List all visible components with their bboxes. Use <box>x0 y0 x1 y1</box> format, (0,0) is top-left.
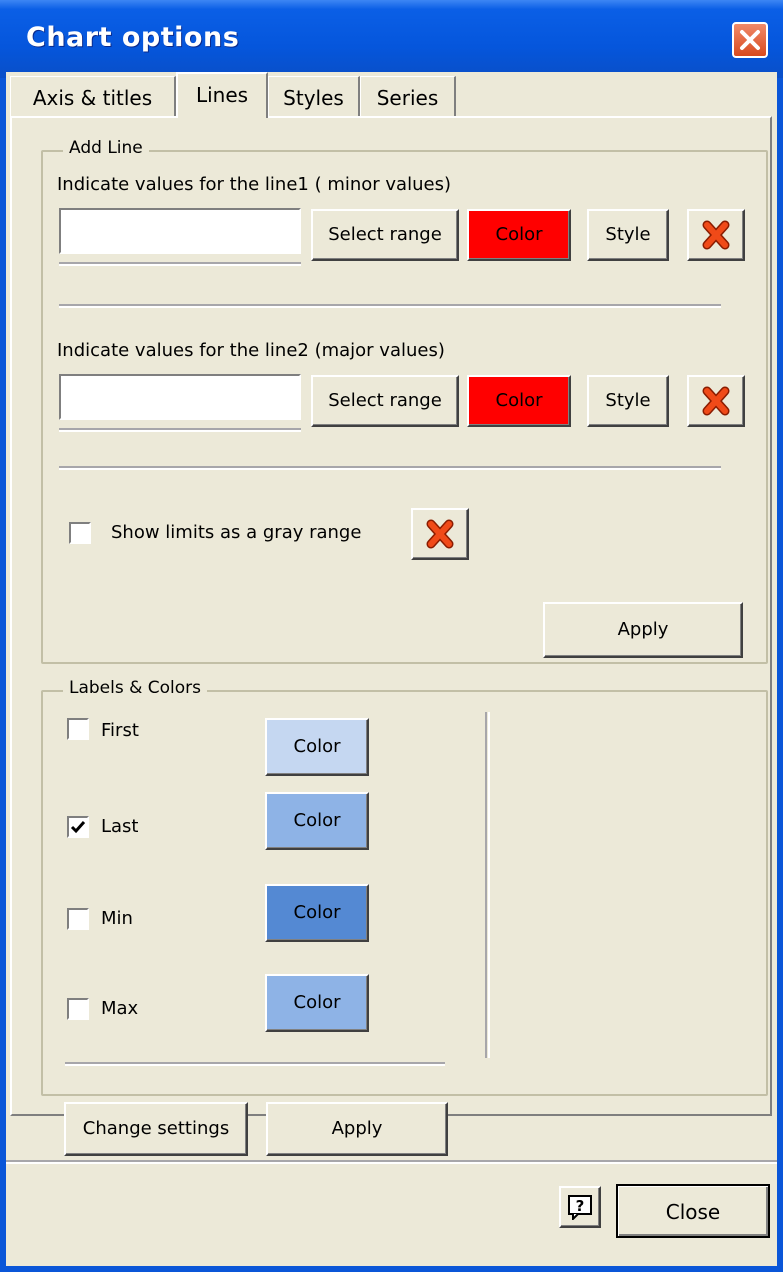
button-label: Color <box>293 736 341 757</box>
tab-axis-titles[interactable]: Axis & titles <box>10 76 176 116</box>
checkmark-icon <box>70 821 86 834</box>
line1-delete-button[interactable] <box>687 209 745 261</box>
group-legend: Add Line <box>63 138 149 158</box>
labels-colors-apply-button[interactable]: Apply <box>266 1102 448 1156</box>
red-x-icon <box>426 519 454 549</box>
group-legend: Labels & Colors <box>63 678 208 698</box>
button-label: Select range <box>328 390 442 411</box>
max-checkbox[interactable] <box>67 998 89 1020</box>
line-separator <box>59 466 721 470</box>
button-label: Color <box>293 992 341 1013</box>
line1-range-input[interactable] <box>59 208 301 254</box>
close-button[interactable]: Close <box>616 1184 770 1238</box>
line2-label: Indicate values for the line2 (major val… <box>57 340 445 361</box>
window-close-button[interactable] <box>732 22 768 58</box>
line2-range-input[interactable] <box>59 374 301 420</box>
chart-options-window: Chart options Axis & titles Lines Styles… <box>0 0 783 1272</box>
add-line-group: Add Line Indicate values for the line1 (… <box>41 138 768 664</box>
footer-separator <box>6 1160 777 1164</box>
button-label: Apply <box>617 619 669 640</box>
last-checkbox[interactable] <box>67 816 89 838</box>
button-label: Color <box>293 902 341 923</box>
help-icon: ? <box>568 1195 592 1222</box>
line-separator <box>59 304 721 308</box>
dialog-client-area: Axis & titles Lines Styles Series Add Li… <box>6 72 777 1266</box>
button-label: Style <box>605 390 651 411</box>
labels-colors-group: Labels & Colors First Color Last Color M… <box>41 678 768 1096</box>
tab-series[interactable]: Series <box>360 76 456 116</box>
button-label: Color <box>495 224 543 245</box>
first-label: First <box>101 720 139 741</box>
lines-tab-panel: Add Line Indicate values for the line1 (… <box>10 116 772 1156</box>
last-label: Last <box>101 816 139 837</box>
button-label: Change settings <box>82 1118 230 1139</box>
line2-delete-button[interactable] <box>687 375 745 427</box>
line2-select-range-button[interactable]: Select range <box>311 375 459 427</box>
add-line-apply-button[interactable]: Apply <box>543 602 743 658</box>
last-color-button[interactable]: Color <box>265 792 369 850</box>
max-color-button[interactable]: Color <box>265 974 369 1032</box>
svg-text:?: ? <box>576 1197 585 1215</box>
min-label: Min <box>101 908 133 929</box>
red-x-icon <box>702 220 730 250</box>
tab-label: Series <box>376 86 439 110</box>
button-label: Color <box>293 810 341 831</box>
min-checkbox[interactable] <box>67 908 89 930</box>
gray-range-checkbox[interactable] <box>69 522 91 544</box>
title-bar[interactable]: Chart options <box>0 0 783 78</box>
change-settings-button[interactable]: Change settings <box>64 1102 248 1156</box>
button-label: Style <box>605 224 651 245</box>
first-color-button[interactable]: Color <box>265 718 369 776</box>
line1-style-button[interactable]: Style <box>587 209 669 261</box>
tab-styles[interactable]: Styles <box>268 76 360 116</box>
red-x-icon <box>702 386 730 416</box>
max-label: Max <box>101 998 139 1019</box>
line1-color-button[interactable]: Color <box>467 209 571 261</box>
gray-range-delete-button[interactable] <box>411 508 469 560</box>
line2-color-button[interactable]: Color <box>467 375 571 427</box>
line1-select-range-button[interactable]: Select range <box>311 209 459 261</box>
first-checkbox[interactable] <box>67 718 89 740</box>
help-button[interactable]: ? <box>559 1186 601 1228</box>
tab-label: Lines <box>195 83 249 107</box>
vertical-separator <box>485 712 490 1058</box>
gray-range-label: Show limits as a gray range <box>111 522 362 543</box>
line1-input-underline <box>59 262 301 266</box>
button-label: Color <box>495 390 543 411</box>
line1-label: Indicate values for the line1 ( minor va… <box>57 174 451 195</box>
min-color-button[interactable]: Color <box>265 884 369 942</box>
horizontal-separator <box>65 1062 445 1066</box>
line2-input-underline <box>59 428 301 432</box>
button-label: Apply <box>331 1118 383 1139</box>
tab-label: Styles <box>283 86 344 110</box>
tab-label: Axis & titles <box>32 86 153 110</box>
line2-style-button[interactable]: Style <box>587 375 669 427</box>
button-label: Close <box>665 1200 721 1224</box>
tab-lines[interactable]: Lines <box>176 72 268 118</box>
button-label: Select range <box>328 224 442 245</box>
close-icon <box>740 30 760 50</box>
window-title: Chart options <box>26 22 240 53</box>
